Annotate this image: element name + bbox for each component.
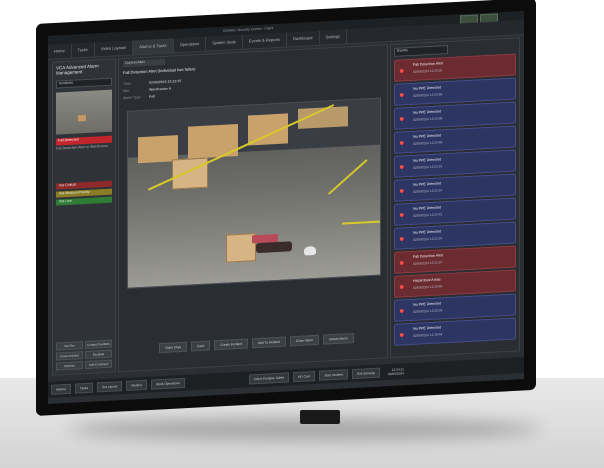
person-icon: ● (399, 89, 405, 100)
taskbar-item[interactable]: Client Portable Tablet (248, 372, 290, 385)
menu-events-reports[interactable]: Events & Reports (242, 32, 287, 49)
menu-home[interactable]: Home (48, 43, 72, 59)
alert-title: Fall Detection Alert (Individual has fal… (123, 66, 196, 76)
grid-button[interactable]: Contact Facilities (85, 339, 112, 350)
incident-selector[interactable]: Incidents (56, 77, 112, 89)
alert-title: Hazardous Areas (413, 277, 441, 283)
incident-thumbnail[interactable] (56, 89, 112, 135)
grid-button[interactable]: Dismiss (56, 361, 83, 371)
person-icon: ● (399, 113, 405, 124)
menu-settings[interactable]: Settings (319, 29, 347, 45)
alarm-action-buttons: Video Clips Save Create Incident Add To … (159, 332, 354, 354)
alert-time: 02/09/2024 12:20:29 (413, 308, 443, 314)
start-incident-button[interactable]: Start Incident (319, 369, 349, 381)
alert-time: 02/09/2024 12:23:15 (413, 164, 443, 170)
alert-title: No PPE Detected (413, 157, 442, 163)
isolate-alarm-button[interactable]: Isolate Alarm (323, 332, 354, 345)
events-selector[interactable]: Events (394, 45, 448, 57)
menu-dashboard[interactable]: Dashboard (286, 30, 320, 47)
taskbar-item[interactable]: Work Operations (150, 377, 185, 390)
alert-title: Fall Detection Alert (413, 61, 444, 67)
person-icon: ● (399, 257, 405, 268)
person-icon: ● (399, 281, 405, 292)
meta-value: Fall (149, 94, 156, 99)
alert-time: 02/09/2024 12:24:08 (413, 116, 443, 122)
clock-date: 02/09/2024 (388, 371, 404, 377)
alert-time: 02/09/2024 12:23:40 (413, 140, 443, 146)
alert-item[interactable]: ● No PPE Detected 02/09/2024 12:19:44 (394, 317, 516, 346)
grid-button[interactable]: Add Comment (85, 359, 112, 370)
panel-title: VCA Advanced Alarm Management (56, 63, 99, 76)
add-to-incident-button[interactable]: Add To Incident (251, 336, 286, 349)
window-title: Genetec Security Center - Client (223, 26, 274, 33)
alert-time: 02/09/2024 12:22:07 (413, 236, 443, 242)
alert-title: No PPE Detected (413, 205, 442, 211)
taskbar-item[interactable]: Alarms (51, 383, 71, 395)
alert-title: No PPE Detected (413, 325, 442, 331)
meta-value: 02/09/2024 12:22:07 (149, 79, 182, 85)
person-icon: ● (399, 329, 405, 340)
alert-time: 02/09/2024 12:19:44 (413, 332, 443, 338)
alert-title: No PPE Detected (413, 181, 442, 187)
grid-button[interactable]: Close Incident (56, 351, 83, 361)
grid-button[interactable]: Set Fire (56, 341, 83, 351)
alert-time: 02/09/2024 12:22:41 (413, 212, 443, 218)
grid-button[interactable]: Escalate (85, 349, 112, 360)
monitor-stand (300, 410, 340, 424)
person-icon: ● (399, 233, 405, 244)
alert-meta: Time 02/09/2024 12:22:07 Site Warehouse A … (123, 78, 182, 102)
alert-time: 02/09/2024 12:20:48 (413, 284, 443, 290)
center-panel: Current Alert Fall Detection Alert (Indi… (118, 44, 388, 373)
menu-video-layouts[interactable]: Video Layouts (94, 40, 134, 57)
alert-time: 02/09/2024 12:25:02 (413, 68, 443, 74)
alert-title: No PPE Detected (413, 109, 442, 115)
events-panel: Events ● Fall Detection Alert 02/09/2024 1… (390, 37, 520, 359)
person-icon: ● (399, 305, 405, 316)
camera-video-feed[interactable] (127, 97, 381, 289)
menu-tasks[interactable]: Tasks (71, 42, 95, 58)
video-clips-button[interactable]: Video Clips (159, 341, 188, 354)
menu-alarms[interactable]: Alarms & Tasks (133, 38, 174, 55)
menu-operations[interactable]: Operations (173, 36, 207, 53)
person-icon: ● (399, 161, 405, 172)
set-low-button[interactable]: Set Low (56, 196, 112, 206)
alert-title: Fall Detection Alert (413, 253, 444, 259)
monitor-screen: Genetec Security Center - Client Home Ta… (48, 11, 524, 405)
taskbar-item[interactable]: Tasks (74, 382, 94, 394)
meta-value: Warehouse A (149, 86, 172, 92)
alert-title: No PPE Detected (413, 229, 442, 235)
meta-key: Alarm Type (123, 95, 141, 101)
alert-title: No PPE Detected (413, 133, 442, 139)
person-icon: ● (399, 137, 405, 148)
clock: 12:24:11 02/09/2024 (384, 367, 408, 376)
menu-system-stats[interactable]: System Stats (206, 34, 243, 51)
taskbar-item[interactable]: Set Layout (97, 381, 123, 393)
left-panel: VCA Advanced Alarm Management Incidents … (52, 58, 116, 376)
alert-title: No PPE Detected (413, 85, 442, 91)
alert-time: 02/09/2024 12:21:07 (413, 260, 443, 266)
alert-time: 02/09/2024 12:22:57 (413, 188, 443, 194)
person-icon: ● (399, 209, 405, 220)
left-action-grid: Set Fire Contact Facilities Close Incide… (56, 339, 112, 371)
save-button[interactable]: Save (191, 340, 211, 352)
tab-current-alert[interactable]: Current Alert (123, 58, 165, 68)
person-icon: ● (399, 65, 405, 76)
alert-time: 02/09/2024 12:24:50 (413, 92, 443, 98)
taskbar-item[interactable]: HD Cam (293, 370, 316, 383)
person-icon: ● (399, 185, 405, 196)
create-incident-button[interactable]: Create Incident (214, 338, 248, 351)
alert-list: ● Fall Detection Alert 02/09/2024 12:25:02… (391, 53, 519, 346)
alert-title: No PPE Detected (413, 301, 442, 307)
taskbar-item[interactable]: Monitor (126, 379, 147, 391)
close-alarm-button[interactable]: Close Alarm (289, 334, 320, 347)
exit-button[interactable]: Exit Synergy (352, 367, 380, 380)
